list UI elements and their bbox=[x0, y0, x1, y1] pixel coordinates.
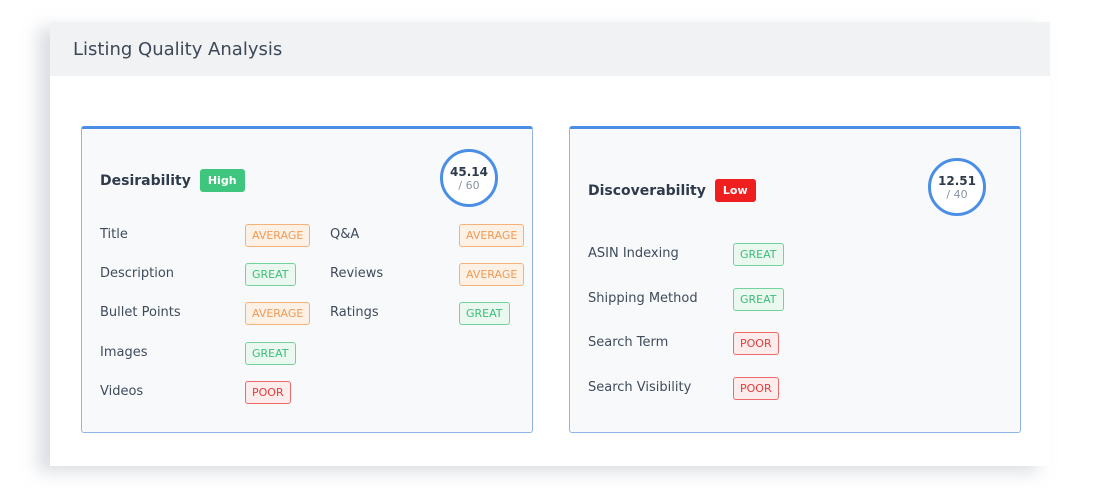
discoverability-score-max: / 40 bbox=[946, 187, 968, 201]
metric-status-ratings: GREAT bbox=[459, 302, 510, 325]
listing-quality-panel: Listing Quality Analysis Desirability Hi… bbox=[50, 22, 1050, 466]
desirability-header: Desirability High bbox=[100, 169, 245, 192]
metric-label-search-visibility: Search Visibility bbox=[588, 380, 692, 395]
metric-status-shipping-method: GREAT bbox=[733, 288, 784, 311]
page-title: Listing Quality Analysis bbox=[73, 38, 283, 60]
desirability-score-ring: 45.14 / 60 bbox=[440, 149, 498, 207]
discoverability-title: Discoverability bbox=[588, 182, 706, 199]
metric-status-bullet-points: AVERAGE bbox=[245, 302, 311, 325]
desirability-score-max: / 60 bbox=[458, 178, 480, 192]
panel-header: Listing Quality Analysis bbox=[50, 22, 1050, 76]
metric-label-qa: Q&A bbox=[330, 227, 360, 242]
metric-status-asin-indexing: GREAT bbox=[733, 243, 784, 266]
metric-label-images: Images bbox=[100, 345, 148, 360]
desirability-card: Desirability High 45.14 / 60 Title AVERA… bbox=[81, 126, 533, 433]
metric-status-videos: POOR bbox=[245, 381, 291, 404]
discoverability-level-badge: Low bbox=[714, 179, 756, 202]
metric-label-reviews: Reviews bbox=[330, 266, 384, 281]
metric-status-title: AVERAGE bbox=[245, 224, 311, 247]
metric-label-shipping-method: Shipping Method bbox=[588, 291, 698, 306]
metric-status-reviews: AVERAGE bbox=[459, 263, 525, 286]
metric-status-search-term: POOR bbox=[733, 332, 779, 355]
metric-label-asin-indexing: ASIN Indexing bbox=[588, 246, 679, 261]
desirability-title: Desirability bbox=[100, 172, 191, 189]
metric-label-bullet-points: Bullet Points bbox=[100, 305, 181, 320]
metric-status-search-visibility: POOR bbox=[733, 377, 779, 400]
discoverability-card: Discoverability Low 12.51 / 40 ASIN Inde… bbox=[569, 126, 1021, 433]
metric-label-ratings: Ratings bbox=[330, 305, 379, 320]
discoverability-header: Discoverability Low bbox=[588, 179, 756, 202]
metric-status-qa: AVERAGE bbox=[459, 224, 525, 247]
desirability-score: 45.14 bbox=[450, 164, 488, 179]
metric-label-search-term: Search Term bbox=[588, 335, 669, 350]
metric-status-images: GREAT bbox=[245, 342, 296, 365]
metric-status-description: GREAT bbox=[245, 263, 296, 286]
metric-label-title: Title bbox=[100, 227, 128, 242]
metric-label-description: Description bbox=[100, 266, 175, 281]
desirability-level-badge: High bbox=[199, 169, 245, 192]
metric-label-videos: Videos bbox=[100, 384, 144, 399]
discoverability-score-ring: 12.51 / 40 bbox=[928, 158, 986, 216]
discoverability-score: 12.51 bbox=[938, 173, 976, 188]
